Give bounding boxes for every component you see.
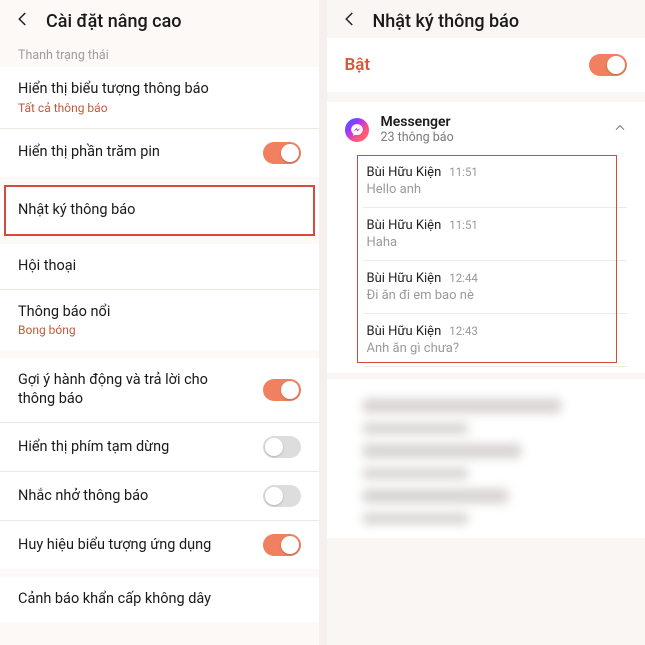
notif-sender: Bùi Hữu Kiện <box>367 324 442 339</box>
row-remind-notification[interactable]: Nhắc nhở thông báo <box>0 472 319 521</box>
blurred-line <box>363 399 561 413</box>
chevron-up-icon[interactable] <box>613 120 627 139</box>
blurred-line <box>363 468 469 479</box>
notif-sender: Bùi Hữu Kiện <box>367 165 442 180</box>
row-title: Hiển thị phần trăm pin <box>18 143 160 162</box>
back-icon[interactable] <box>14 10 32 32</box>
app-count: 23 thông báo <box>381 130 602 145</box>
blurred-line <box>363 489 508 503</box>
toggle-suggest-actions[interactable] <box>263 379 301 401</box>
app-name: Messenger <box>381 114 602 130</box>
row-subtitle: Bong bóng <box>18 323 110 337</box>
messenger-icon <box>345 118 369 142</box>
row-title: Hiển thị phím tạm dừng <box>18 438 169 457</box>
row-title: Huy hiệu biểu tượng ứng dụng <box>18 536 211 555</box>
notif-sender: Bùi Hữu Kiện <box>367 271 442 286</box>
blurred-line <box>363 513 469 524</box>
toggle-show-pause[interactable] <box>263 436 301 458</box>
notification-item[interactable]: Bùi Hữu Kiện 11:51 Hello anh <box>363 155 628 208</box>
notif-message: Đi ăn đi em bao nè <box>367 288 624 303</box>
notification-item[interactable]: Bùi Hữu Kiện 12:44 Đi ăn đi em bao nè <box>363 261 628 314</box>
row-title: Nhật ký thông báo <box>18 201 135 220</box>
header: Nhật ký thông báo <box>327 0 645 38</box>
master-toggle-label: Bật <box>345 55 371 75</box>
notification-log-screen: Nhật ký thông báo Bật Messenger 23 thông… <box>327 0 645 645</box>
settings-group-emergency: Cảnh báo khẩn cấp không dây <box>0 577 319 622</box>
row-floating-notification[interactable]: Thông báo nổi Bong bóng <box>0 290 319 351</box>
row-title: Gợi ý hành động và trả lời cho thông báo <box>18 371 233 409</box>
settings-group-statusbar: Hiển thị biểu tượng thông báo Tất cả thô… <box>0 67 319 177</box>
blurred-content <box>327 379 645 538</box>
blurred-line <box>363 444 522 458</box>
row-icon-badge[interactable]: Huy hiệu biểu tượng ứng dụng <box>0 521 319 569</box>
row-title: Nhắc nhở thông báo <box>18 487 148 506</box>
notification-list: Bùi Hữu Kiện 11:51 Hello anh Bùi Hữu Kiệ… <box>327 155 645 367</box>
notif-time: 12:44 <box>449 271 478 285</box>
toggle-remind-notification[interactable] <box>263 485 301 507</box>
row-show-pause[interactable]: Hiển thị phím tạm dừng <box>0 423 319 472</box>
settings-group-convo: Hội thoại Thông báo nổi Bong bóng <box>0 244 319 351</box>
row-battery-percent[interactable]: Hiển thị phần trăm pin <box>0 129 319 177</box>
page-title: Cài đặt nâng cao <box>46 11 182 32</box>
row-title: Thông báo nổi <box>18 303 110 322</box>
blurred-line <box>363 423 469 434</box>
master-toggle-row[interactable]: Bật <box>327 38 645 92</box>
notification-item[interactable]: Bùi Hữu Kiện 11:51 Haha <box>363 208 628 261</box>
app-header[interactable]: Messenger 23 thông báo <box>327 102 645 155</box>
row-title: Hiển thị biểu tượng thông báo <box>18 80 209 99</box>
row-conversation[interactable]: Hội thoại <box>0 244 319 290</box>
notif-time: 11:51 <box>449 165 478 179</box>
toggle-master[interactable] <box>589 54 627 76</box>
notif-message: Anh ăn gì chưa? <box>367 341 624 356</box>
notif-message: Hello anh <box>367 182 624 197</box>
back-icon[interactable] <box>341 10 359 32</box>
row-show-notification-icons[interactable]: Hiển thị biểu tượng thông báo Tất cả thô… <box>0 67 319 129</box>
notification-item[interactable]: Bùi Hữu Kiện 12:43 Anh ăn gì chưa? <box>363 314 628 367</box>
row-emergency-alert[interactable]: Cảnh báo khẩn cấp không dây <box>0 577 319 622</box>
notif-time: 12:43 <box>449 324 478 338</box>
settings-group-actions: Gợi ý hành động và trả lời cho thông báo… <box>0 358 319 569</box>
app-card-messenger: Messenger 23 thông báo Bùi Hữu Kiện 11:5… <box>327 102 645 373</box>
notif-time: 11:51 <box>449 218 478 232</box>
row-title: Cảnh báo khẩn cấp không dây <box>18 590 211 609</box>
toggle-icon-badge[interactable] <box>263 534 301 556</box>
row-notification-log[interactable]: Nhật ký thông báo <box>0 185 319 236</box>
toggle-battery-percent[interactable] <box>263 142 301 164</box>
header: Cài đặt nâng cao <box>0 0 319 38</box>
settings-group-log: Nhật ký thông báo <box>0 185 319 236</box>
row-suggest-actions[interactable]: Gợi ý hành động và trả lời cho thông báo <box>0 358 319 423</box>
page-title: Nhật ký thông báo <box>373 11 520 32</box>
notif-sender: Bùi Hữu Kiện <box>367 218 442 233</box>
notif-message: Haha <box>367 235 624 250</box>
settings-screen: Cài đặt nâng cao Thanh trạng thái Hiển t… <box>0 0 319 645</box>
row-subtitle: Tất cả thông báo <box>18 101 209 115</box>
row-title: Hội thoại <box>18 257 76 276</box>
section-label: Thanh trạng thái <box>0 38 319 67</box>
